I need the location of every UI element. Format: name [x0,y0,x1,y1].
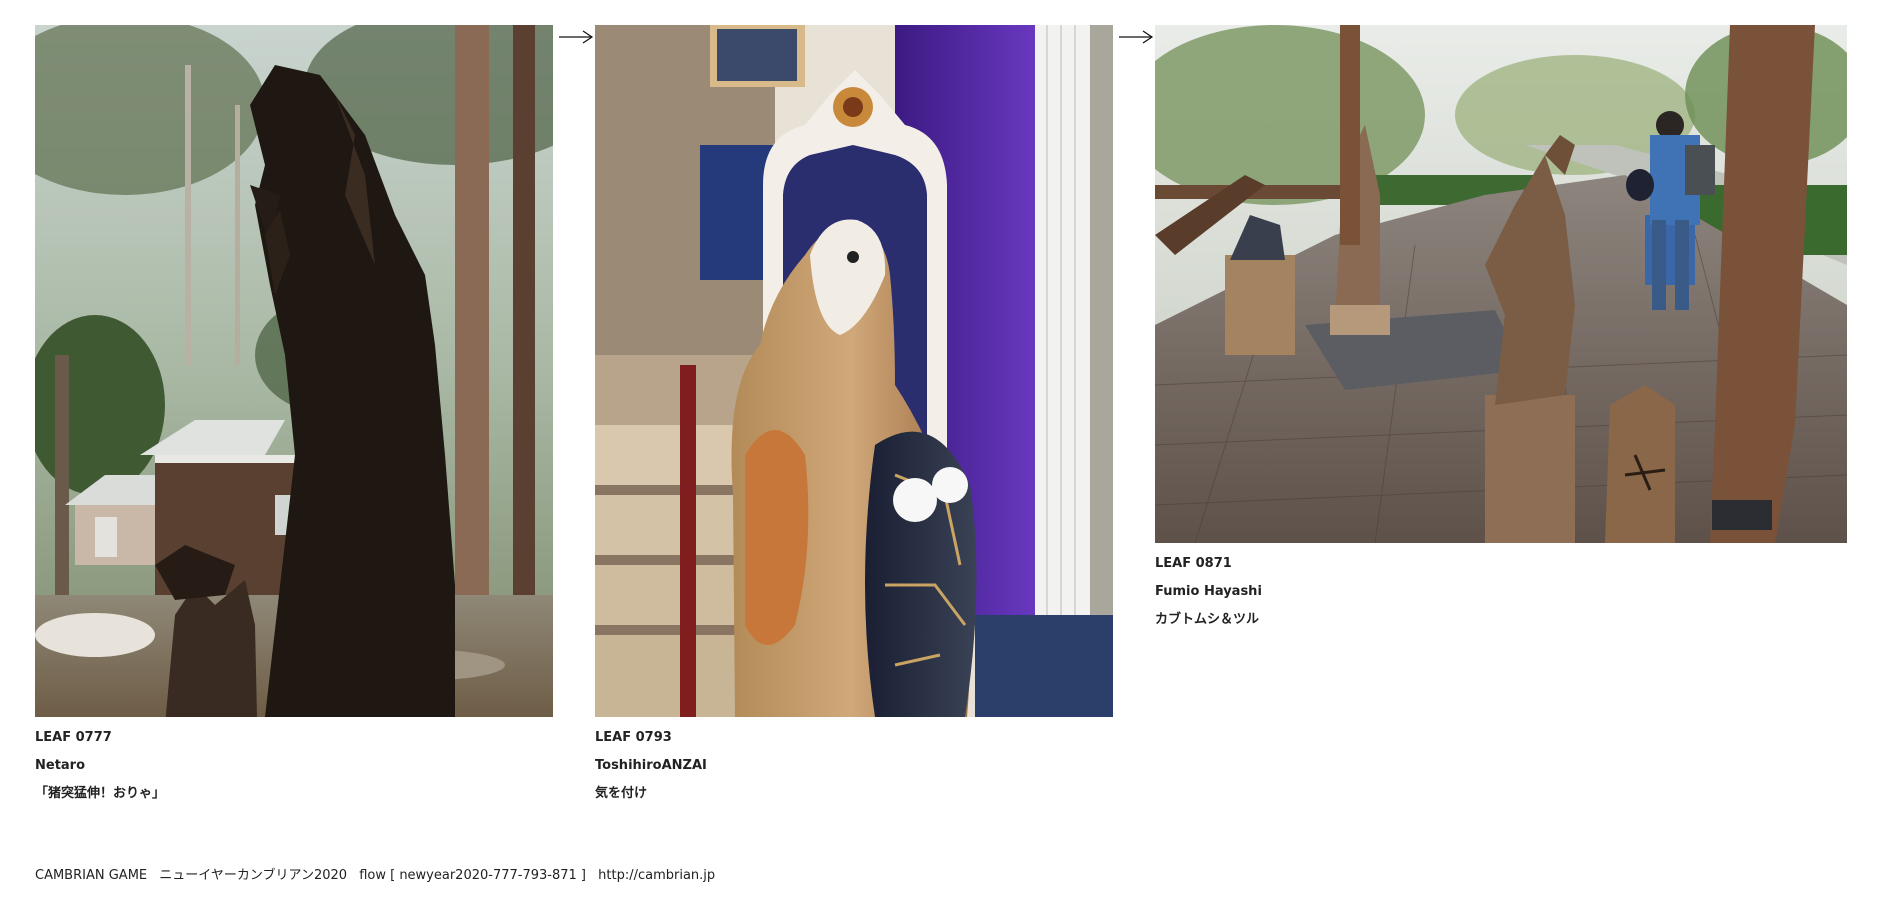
leaf-author: Fumio Hayashi [1155,584,1262,599]
leaf-title: カブトムシ＆ツル [1155,612,1260,627]
leaf-id: LEAF 0871 [1155,556,1232,571]
leaf-photo-0871[interactable] [1155,25,1847,543]
leaf-id: LEAF 0793 [595,730,672,745]
leaf-author: ToshihiroANZAI [595,758,707,773]
leaf-card-0871: LEAF 0871 Fumio Hayashi カブトムシ＆ツル [1155,25,1847,634]
leaf-photo-0777[interactable] [35,25,553,717]
footer-brand: CAMBRIAN GAME [35,868,148,883]
leaf-title: 気を付け [595,786,648,801]
footer-event: ニューイヤーカンブリアン2020 [159,868,348,883]
flow-arrow-icon [559,30,594,44]
flow-arrow-icon [1119,30,1154,44]
footer: CAMBRIAN GAME ニューイヤーカンブリアン2020 flow [ ne… [35,864,715,883]
leaf-card-0793: LEAF 0793 ToshihiroANZAI 気を付け [595,25,1113,808]
leaf-id: LEAF 0777 [35,730,112,745]
leaf-title: 「猪突猛伸！おりゃ」 [35,786,166,801]
footer-flow: flow [ newyear2020-777-793-871 ] [359,868,586,883]
leaf-card-0777: LEAF 0777 Netaro 「猪突猛伸！おりゃ」 [35,25,553,808]
leaf-photo-0793[interactable] [595,25,1113,717]
footer-url-link[interactable]: http://cambrian.jp [598,868,715,883]
leaf-author: Netaro [35,758,86,773]
